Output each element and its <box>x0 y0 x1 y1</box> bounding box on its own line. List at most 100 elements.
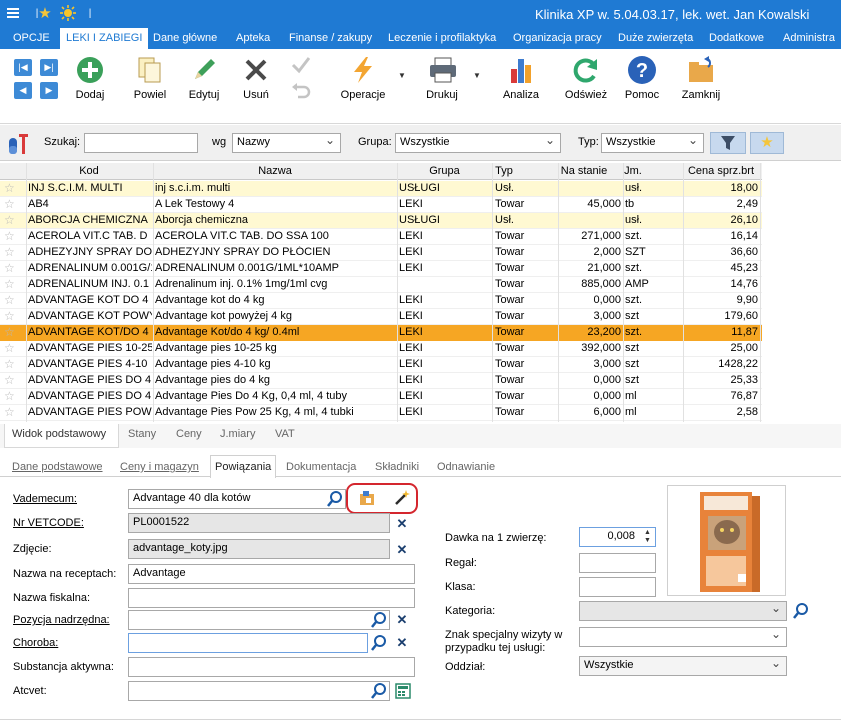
menu-dane-glowne[interactable]: Dane główne <box>153 32 217 44</box>
operacje-dropdown-icon[interactable]: ▼ <box>398 71 406 80</box>
favorite-star-icon[interactable]: ☆ <box>4 325 15 339</box>
atcvet-field[interactable] <box>128 681 390 701</box>
magic-wand-icon[interactable] <box>393 489 411 507</box>
favorite-star-icon[interactable]: ☆ <box>4 373 15 387</box>
favorite-star-icon[interactable]: ☆ <box>4 229 15 243</box>
search-icon[interactable] <box>326 490 344 508</box>
search-icon[interactable] <box>370 634 388 652</box>
favorite-star-icon[interactable]: ☆ <box>4 197 15 211</box>
favorite-star-icon[interactable]: ☆ <box>4 213 15 227</box>
pomoc-button[interactable]: ? Pomoc <box>622 53 662 115</box>
menu-leczenie[interactable]: Leczenie i profilaktyka <box>388 32 496 44</box>
column-header-typ[interactable]: Typ <box>492 165 516 177</box>
odswiez-button[interactable]: Odśwież <box>562 53 610 115</box>
drukuj-button[interactable]: Drukuj <box>420 53 464 115</box>
kategoria-select[interactable] <box>579 601 787 621</box>
filter-button[interactable] <box>710 132 746 154</box>
menu-dodatkowe[interactable]: Dodatkowe <box>709 32 764 44</box>
clear-choroba-icon[interactable]: ✕ <box>393 633 411 652</box>
usun-button[interactable]: Usuń <box>236 53 276 115</box>
tab-jmiary[interactable]: J.miary <box>220 428 255 440</box>
last-record-icon[interactable]: ▶| <box>40 59 58 76</box>
favorite-star-icon[interactable]: ☆ <box>4 357 15 371</box>
tab-ceny-i-magazyn[interactable]: Ceny i magazyn <box>120 461 199 473</box>
app-menu-icon[interactable] <box>3 3 23 23</box>
calculator-icon[interactable] <box>394 682 412 700</box>
menu-opcje[interactable]: OPCJE <box>13 32 50 44</box>
search-icon[interactable] <box>792 602 810 620</box>
wg-select[interactable]: Nazwy <box>232 133 341 153</box>
table-row[interactable]: ☆ ADVANTAGE PIES 10-25 Advantage pies 10-2… <box>0 341 762 357</box>
tab-vat[interactable]: VAT <box>275 428 295 440</box>
tab-ceny[interactable]: Ceny <box>176 428 202 440</box>
prev-record-icon[interactable]: ◀ <box>14 82 32 99</box>
znak-select[interactable] <box>579 627 787 647</box>
analiza-button[interactable]: Analiza <box>500 53 542 115</box>
oddzial-select[interactable]: Wszystkie <box>579 656 787 676</box>
table-row[interactable]: ☆ ABORCJA CHEMICZNA Aborcja chemiczna USŁUG… <box>0 213 762 229</box>
favorite-star-icon[interactable]: ☆ <box>4 389 15 403</box>
clear-pozycja-icon[interactable]: ✕ <box>393 610 411 629</box>
menu-duze-zwierzeta[interactable]: Duże zwierzęta <box>618 32 693 44</box>
nazwa-fiskalna-field[interactable] <box>128 588 415 608</box>
column-header-cena[interactable]: Cena sprz.brt <box>683 165 759 177</box>
favorite-star-icon[interactable]: ☆ <box>4 341 15 355</box>
tab-dane-podstawowe[interactable]: Dane podstawowe <box>12 461 103 473</box>
sun-icon[interactable] <box>58 3 78 23</box>
confirm-button[interactable] <box>286 53 316 115</box>
undo-icon[interactable] <box>290 81 312 101</box>
klasa-field[interactable] <box>579 577 656 597</box>
column-header-nazwa[interactable]: Nazwa <box>153 165 397 177</box>
next-record-icon[interactable]: ▶ <box>40 82 58 99</box>
search-input[interactable] <box>84 133 198 153</box>
favorite-star-icon[interactable]: ☆ <box>4 293 15 307</box>
pozycja-field[interactable] <box>128 610 390 630</box>
table-row[interactable]: ☆ ADVANTAGE KOT DO 4 K Advantage kot do 4 … <box>0 293 762 309</box>
tab-odnawianie[interactable]: Odnawianie <box>437 461 495 473</box>
tab-skladniki[interactable]: Składniki <box>375 461 419 473</box>
column-header-jm[interactable]: Jm. <box>623 165 643 177</box>
edytuj-button[interactable]: Edytuj <box>184 53 224 115</box>
table-row[interactable]: ☆ ADVANTAGE KOT POWYŻ Advantage kot powyże… <box>0 309 762 325</box>
drukuj-dropdown-icon[interactable]: ▼ <box>473 71 481 80</box>
favorite-star-icon[interactable]: ☆ <box>4 277 15 291</box>
favorite-star-icon[interactable]: ☆ <box>4 405 15 419</box>
star-icon[interactable]: ★ <box>35 3 55 23</box>
dodaj-button[interactable]: Dodaj <box>72 53 108 115</box>
first-record-icon[interactable]: |◀ <box>14 59 32 76</box>
table-row[interactable]: ☆ ADRENALINUM INJ. 0.1 Adrenalinum inj. 0.… <box>0 277 762 293</box>
grupa-select[interactable]: Wszystkie <box>395 133 561 153</box>
search-icon[interactable] <box>370 611 388 629</box>
menu-finanse-zakupy[interactable]: Finanse / zakupy <box>289 32 372 44</box>
menu-apteka[interactable]: Apteka <box>236 32 270 44</box>
regal-field[interactable] <box>579 553 656 573</box>
operacje-button[interactable]: Operacje <box>336 53 390 115</box>
tab-stany[interactable]: Stany <box>128 428 156 440</box>
column-header-stan[interactable]: Na stanie <box>558 165 610 177</box>
table-row[interactable]: ☆ ADVANTAGE PIES DO 4 Advantage pies do 4 … <box>0 373 762 389</box>
favorite-star-icon[interactable]: ☆ <box>4 309 15 323</box>
tab-widok-podstawowy[interactable]: Widok podstawowy <box>4 424 119 448</box>
table-row[interactable]: ☆ INJ S.C.I.M. MULTI inj s.c.i.m. multi US… <box>0 181 762 197</box>
favorites-button[interactable]: ★ <box>750 132 784 154</box>
vetcode-field[interactable]: PL0001522 <box>128 513 390 533</box>
column-header-grupa[interactable]: Grupa <box>397 165 492 177</box>
search-icon[interactable] <box>370 682 388 700</box>
zamknij-button[interactable]: Zamknij <box>678 53 724 115</box>
zdjecie-field[interactable]: advantage_koty.jpg <box>128 539 390 559</box>
vademecum-info-icon[interactable] <box>358 489 376 507</box>
powiel-button[interactable]: Powiel <box>130 53 170 115</box>
menu-leki-i-zabiegi[interactable]: LEKI I ZABIEGI <box>60 28 149 50</box>
tab-powiazania[interactable]: Powiązania <box>210 455 276 478</box>
tab-dokumentacja[interactable]: Dokumentacja <box>286 461 356 473</box>
favorite-star-icon[interactable]: ☆ <box>4 245 15 259</box>
choroba-field[interactable] <box>128 633 368 653</box>
substancja-field[interactable] <box>128 657 415 677</box>
column-header-kod[interactable]: Kod <box>26 165 152 177</box>
table-row[interactable]: ☆ ADVANTAGE PIES POW 3 Advantage Pies Pow … <box>0 405 762 421</box>
table-row[interactable]: ☆ AB4 A Lek Testowy 4 LEKI Towar 45,000 tb 2,49 <box>0 197 762 213</box>
table-row[interactable]: ☆ ADHEZYJNY SPRAY DO P ADHEZYJNY SPRAY DO … <box>0 245 762 261</box>
table-row[interactable]: ☆ ADVANTAGE KOT/DO 4 K Advantage Kot/do 4 … <box>0 325 762 341</box>
clear-vetcode-icon[interactable]: ✕ <box>393 514 411 533</box>
table-row[interactable]: ☆ ACEROLA VIT.C TAB. D ACEROLA VIT.C TAB. … <box>0 229 762 245</box>
